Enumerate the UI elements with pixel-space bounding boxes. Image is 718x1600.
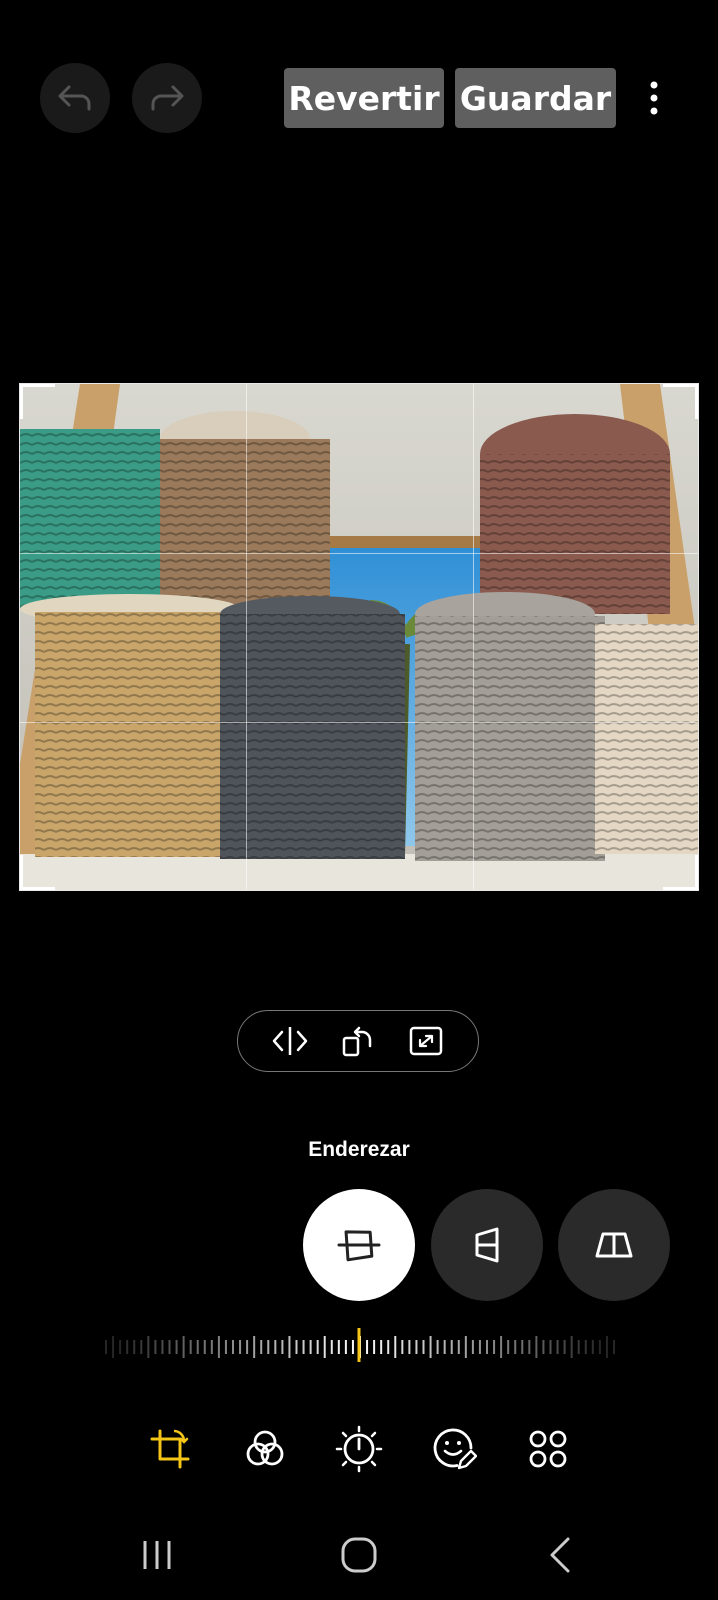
- redo-button[interactable]: [132, 63, 202, 133]
- crop-handle-top-left[interactable]: [20, 384, 55, 419]
- flip-button[interactable]: [268, 1019, 312, 1063]
- home-icon: [341, 1537, 377, 1573]
- grid-line: [20, 722, 698, 723]
- save-button[interactable]: Guardar: [455, 68, 616, 128]
- more-tools-button[interactable]: [524, 1425, 572, 1473]
- recent-apps-button[interactable]: [132, 1530, 182, 1580]
- grid-line: [473, 384, 474, 890]
- filters-icon: [246, 1430, 284, 1466]
- grid-line: [246, 384, 247, 890]
- straighten-mode-icon: [337, 1230, 381, 1262]
- brightness-icon: [335, 1425, 383, 1473]
- back-icon: [550, 1537, 570, 1573]
- expand-icon: [409, 1026, 443, 1056]
- sticker-tool-button[interactable]: [430, 1425, 478, 1473]
- mode-label: Enderezar: [308, 1138, 410, 1161]
- revert-button[interactable]: Revertir: [284, 68, 444, 128]
- horizontal-perspective-icon: [595, 1232, 633, 1258]
- crop-handle-bottom-right[interactable]: [663, 855, 698, 890]
- brightness-tool-button[interactable]: [335, 1425, 383, 1473]
- photo-image: [20, 384, 698, 890]
- filters-tool-button[interactable]: [241, 1425, 289, 1473]
- more-tools-icon: [529, 1430, 567, 1468]
- vertical-perspective-icon: [475, 1227, 499, 1263]
- grid-line: [20, 553, 698, 554]
- sticker-draw-icon: [433, 1428, 477, 1470]
- more-vertical-icon[interactable]: [640, 80, 668, 116]
- crop-handle-bottom-left[interactable]: [20, 855, 55, 890]
- crop-tool-button[interactable]: [146, 1425, 194, 1473]
- photo-canvas[interactable]: [19, 383, 699, 891]
- expand-button[interactable]: [404, 1019, 448, 1063]
- undo-button[interactable]: [40, 63, 110, 133]
- vertical-perspective-button[interactable]: [431, 1189, 543, 1301]
- straighten-slider[interactable]: [100, 1328, 620, 1364]
- rotate-icon: [342, 1026, 372, 1057]
- horizontal-perspective-button[interactable]: [558, 1189, 670, 1301]
- straighten-mode-button[interactable]: [303, 1189, 415, 1301]
- rotate-button[interactable]: [336, 1019, 380, 1063]
- crop-handle-top-right[interactable]: [663, 384, 698, 419]
- crop-rotate-icon: [150, 1429, 190, 1469]
- home-button[interactable]: [334, 1530, 384, 1580]
- flip-horizontal-icon: [272, 1027, 308, 1055]
- undo-arrow-icon: [58, 85, 91, 111]
- back-button[interactable]: [535, 1530, 585, 1580]
- transform-tools: [237, 1010, 479, 1072]
- redo-arrow-icon: [151, 85, 184, 111]
- recent-apps-icon: [143, 1541, 171, 1569]
